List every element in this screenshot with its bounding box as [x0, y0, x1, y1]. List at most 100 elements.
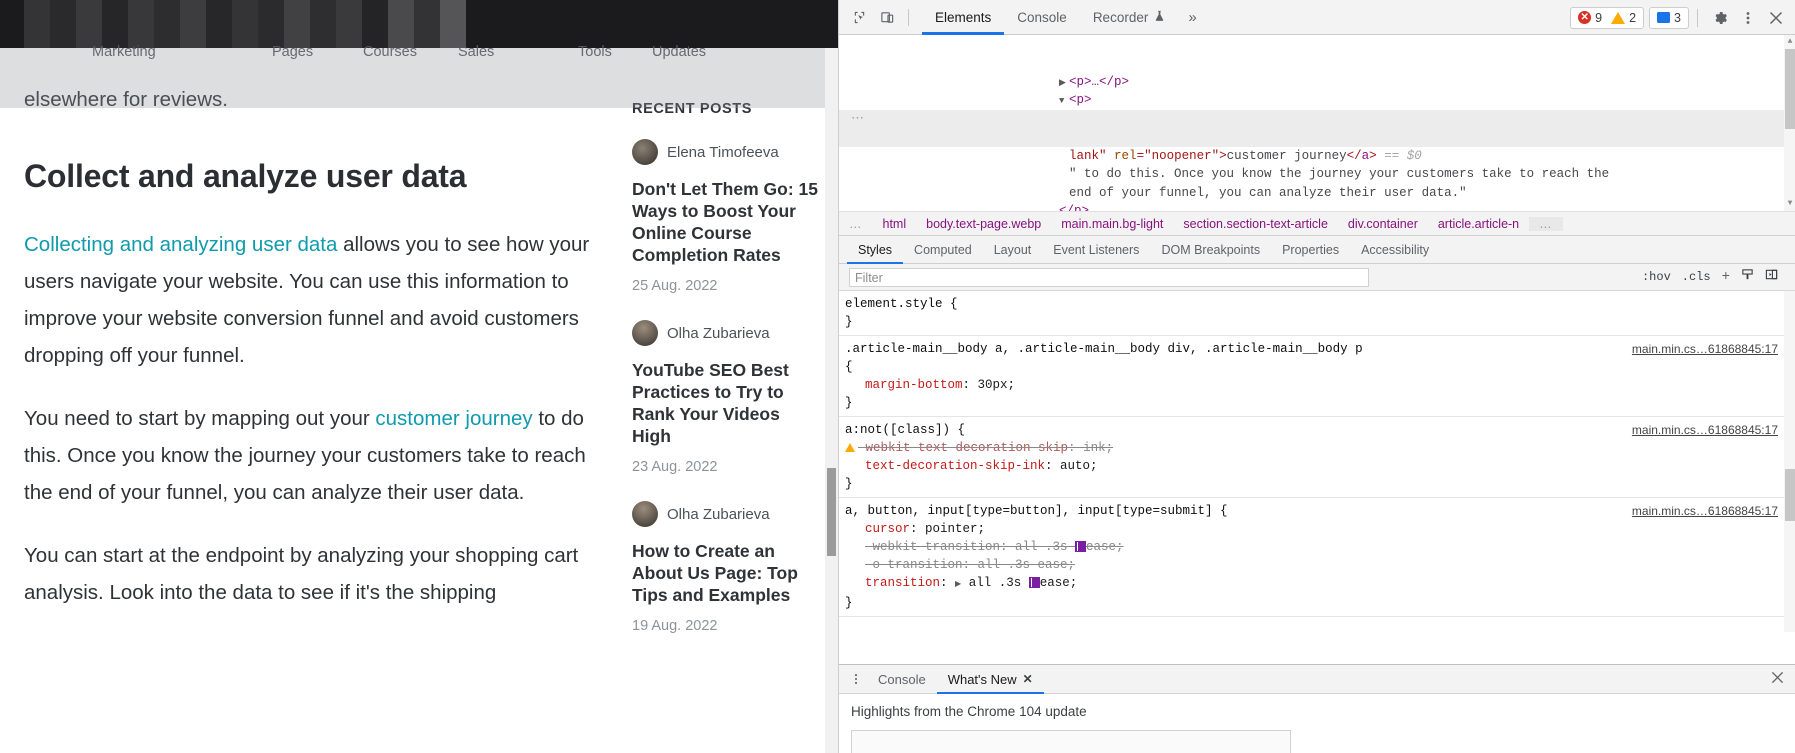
breadcrumb-item-main[interactable]: main.main.bg-light	[1051, 217, 1173, 231]
css-declaration[interactable]: transition: ▶ all .3s ease;	[845, 574, 1795, 594]
tab-layout[interactable]: Layout	[983, 236, 1043, 264]
issue-counters[interactable]: ✕ 9 2	[1570, 6, 1645, 29]
dom-tree-scrollbar-thumb[interactable]	[1785, 49, 1795, 129]
css-source-link[interactable]: main.min.cs…61868845:17	[1632, 421, 1778, 439]
post-title[interactable]: YouTube SEO Best Practices to Try to Ran…	[632, 359, 822, 447]
inspect-cursor-icon[interactable]	[845, 4, 873, 30]
dom-tree[interactable]: <h5 id="collect-and-analyze-user-data">C…	[839, 35, 1795, 212]
css-rules-scrollbar[interactable]	[1784, 291, 1795, 632]
message-counter[interactable]: 3	[1649, 6, 1689, 29]
cubic-bezier-swatch-icon[interactable]	[1028, 577, 1040, 588]
devtools-toolbar[interactable]: Elements Console Recorder » ✕ 9 2 3	[839, 0, 1795, 35]
tab-accessibility[interactable]: Accessibility	[1350, 236, 1440, 264]
list-item[interactable]: Olha Zubarieva YouTube SEO Best Practice…	[632, 320, 822, 475]
dom-line[interactable]: <h5 id="collect-and-analyze-user-data">C…	[839, 38, 1795, 54]
cubic-bezier-swatch-icon[interactable]	[1075, 541, 1087, 552]
nav-item-tools[interactable]: Tools	[578, 44, 612, 60]
drawer-tab-whats-new[interactable]: What's New ✕	[936, 665, 1044, 694]
css-property[interactable]: transition	[865, 576, 940, 590]
close-icon[interactable]	[1762, 5, 1790, 31]
breadcrumb-leading-ellipsis[interactable]: …	[839, 217, 873, 231]
more-tabs-icon[interactable]: »	[1178, 9, 1206, 26]
css-property[interactable]: cursor	[845, 522, 910, 536]
breadcrumb-item-html[interactable]: html	[873, 217, 917, 231]
device-toolbar-icon[interactable]	[873, 4, 901, 30]
styles-pane-tabs[interactable]: Styles Computed Layout Event Listeners D…	[839, 236, 1795, 264]
dom-tree-scrollbar[interactable]: ▲ ▼	[1784, 35, 1795, 211]
tab-properties[interactable]: Properties	[1271, 236, 1350, 264]
breadcrumb-trailing-ellipsis[interactable]: …	[1529, 216, 1563, 231]
page-scrollbar[interactable]	[825, 48, 838, 753]
devtools-tab-strip[interactable]: Elements Console Recorder »	[922, 0, 1207, 35]
css-rule[interactable]: main.min.cs…61868845:17 a:not([class]) {…	[839, 417, 1795, 498]
breadcrumb-item-article[interactable]: article.article-n	[1428, 217, 1529, 231]
css-source-link[interactable]: main.min.cs…61868845:17	[1632, 502, 1778, 520]
tab-recorder[interactable]: Recorder	[1080, 0, 1179, 35]
tab-styles[interactable]: Styles	[847, 236, 904, 264]
css-value[interactable]: ink;	[1083, 441, 1113, 455]
tab-elements[interactable]: Elements	[922, 0, 1005, 35]
breadcrumb-item-div[interactable]: div.container	[1338, 217, 1428, 231]
list-item[interactable]: Olha Zubarieva How to Create an About Us…	[632, 501, 822, 634]
css-declaration[interactable]: cursor: pointer;	[845, 520, 1795, 538]
breadcrumb-item-section[interactable]: section.section-text-article	[1173, 217, 1338, 231]
page-scrollbar-thumb[interactable]	[827, 468, 836, 556]
dom-line[interactable]: end of your funnel, you can analyze thei…	[839, 165, 1795, 200]
plus-icon[interactable]: +	[1722, 269, 1730, 285]
post-title[interactable]: How to Create an About Us Page: Top Tips…	[632, 540, 822, 606]
dom-line[interactable]: </p>	[839, 184, 1795, 211]
link-collecting-analyzing-user-data[interactable]: Collecting and analyzing user data	[24, 233, 337, 256]
nav-item-courses[interactable]: Courses	[363, 44, 417, 60]
nav-item-marketing[interactable]: Marketing	[92, 44, 156, 60]
css-source-link[interactable]: main.min.cs…61868845:17	[1632, 340, 1778, 358]
tab-event-listeners[interactable]: Event Listeners	[1042, 236, 1150, 264]
css-value[interactable]: 30px;	[978, 378, 1016, 392]
dom-line[interactable]: ▼ <p>	[839, 73, 1795, 107]
css-value[interactable]: auto;	[1060, 459, 1098, 473]
filter-input[interactable]: Filter	[849, 267, 1369, 287]
dom-line[interactable]: " to do this. Once you know the journey …	[839, 147, 1795, 181]
css-property[interactable]: -webkit-text-decoration-skip	[858, 441, 1068, 455]
dom-line[interactable]: "You need to start by mapping out your "	[839, 91, 1795, 126]
css-rules-scrollbar-thumb[interactable]	[1785, 469, 1795, 521]
class-toggle-button[interactable]: .cls	[1682, 270, 1711, 284]
drawer-tab-console[interactable]: Console	[867, 665, 937, 694]
link-customer-journey[interactable]: customer journey	[375, 407, 532, 430]
list-item[interactable]: Elena Timofeeva Don't Let Them Go: 15 Wa…	[632, 139, 822, 294]
node-badge-ellipsis[interactable]: ⋯	[851, 110, 865, 129]
styles-filter-row[interactable]: Filter :hov .cls +	[839, 264, 1795, 291]
site-nav[interactable]: Marketing Pages Courses Sales Tools Upda…	[0, 44, 838, 81]
scroll-down-icon[interactable]: ▼	[1786, 200, 1794, 208]
scroll-up-icon[interactable]: ▲	[1786, 38, 1794, 46]
css-property[interactable]: margin-bottom	[845, 378, 963, 392]
dom-line-selected[interactable]: ⋯<a href="https://blog.hubspot.com/servi…	[839, 109, 1795, 144]
css-declaration[interactable]: -webkit-text-decoration-skip: ink;	[845, 439, 1795, 457]
breadcrumb[interactable]: … html body.text-page.webp main.main.bg-…	[839, 212, 1795, 236]
tab-computed[interactable]: Computed	[903, 236, 983, 264]
css-declaration[interactable]: margin-bottom: 30px;	[845, 376, 1795, 394]
post-title[interactable]: Don't Let Them Go: 15 Ways to Boost Your…	[632, 178, 822, 266]
nav-item-sales[interactable]: Sales	[458, 44, 494, 60]
breadcrumb-item-body[interactable]: body.text-page.webp	[916, 217, 1051, 231]
drawer-tab-strip[interactable]: Console What's New ✕	[839, 665, 1795, 694]
dom-line[interactable]: ▶ <p>…</p>	[839, 54, 1795, 89]
css-rule[interactable]: element.style { }	[839, 291, 1795, 336]
css-rule[interactable]: main.min.cs…61868845:17 a, button, input…	[839, 498, 1795, 617]
css-declaration[interactable]: -webkit-transition: all .3s ease;	[845, 538, 1795, 556]
tab-dom-breakpoints[interactable]: DOM Breakpoints	[1150, 236, 1271, 264]
css-selector[interactable]: element.style {	[845, 295, 1795, 313]
css-rules-list[interactable]: element.style { } main.min.cs…61868845:1…	[839, 291, 1795, 632]
css-property[interactable]: text-decoration-skip-ink	[845, 459, 1045, 473]
devtools-toolbar-right[interactable]: ✕ 9 2 3	[1570, 0, 1790, 35]
dom-line-selected-cont[interactable]: lank" rel="noopener">customer journey</a…	[839, 128, 1795, 163]
drawer-tab-close-icon[interactable]: ✕	[1023, 672, 1033, 686]
devtools-panel[interactable]: Elements Console Recorder » ✕ 9 2 3 ▶ <p…	[838, 0, 1795, 753]
paintbrush-icon[interactable]	[1741, 268, 1754, 286]
whats-new-card[interactable]	[851, 730, 1291, 753]
css-property[interactable]: -webkit-transition	[865, 540, 1000, 554]
css-declaration[interactable]: -o-transition: all .3s ease;	[845, 556, 1795, 574]
css-rule[interactable]: main.min.cs…61868845:17 .article-main__b…	[839, 336, 1795, 417]
toggle-panel-icon[interactable]	[1765, 268, 1778, 286]
gear-icon[interactable]	[1706, 5, 1734, 31]
styles-filter-tools[interactable]: :hov .cls +	[1642, 268, 1778, 286]
